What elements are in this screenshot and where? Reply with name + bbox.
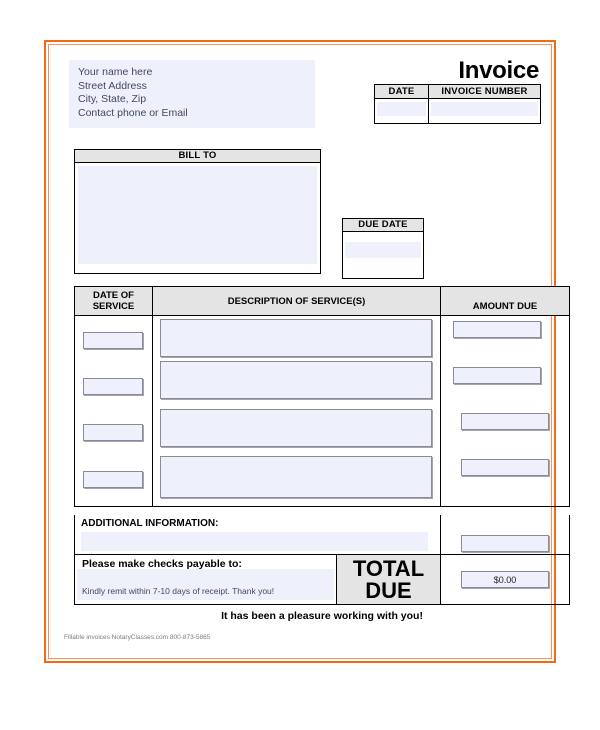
total-due-label: TOTAL DUE bbox=[337, 555, 441, 604]
additional-amount-cell bbox=[441, 515, 569, 554]
closing-message: It has been a pleasure working with you! bbox=[221, 610, 423, 622]
invoice-sheet: Your name here Street Address City, Stat… bbox=[52, 48, 570, 655]
column-header-description: DESCRIPTION OF SERVICE(S) bbox=[153, 287, 441, 315]
due-date-input[interactable] bbox=[345, 242, 421, 258]
total-due-amount-field: $0.00 bbox=[461, 571, 549, 588]
sender-address-block[interactable]: Your name here Street Address City, Stat… bbox=[69, 60, 315, 128]
service-amount-input-3[interactable] bbox=[461, 413, 549, 430]
sender-line-4: Contact phone or Email bbox=[78, 106, 188, 119]
bill-to-header: BILL TO bbox=[74, 149, 321, 163]
column-header-amount-due: AMOUNT DUE bbox=[441, 287, 569, 315]
service-date-input-4[interactable] bbox=[83, 471, 143, 488]
bill-to-section: BILL TO bbox=[74, 149, 321, 274]
payable-to-label: Please make checks payable to: bbox=[82, 558, 242, 570]
invoice-meta-table: DATE INVOICE NUMBER bbox=[374, 84, 541, 124]
invoice-page: Your name here Street Address City, Stat… bbox=[0, 0, 600, 730]
meta-body-row bbox=[374, 99, 541, 124]
column-header-date-of-service: DATE OF SERVICE bbox=[75, 287, 153, 315]
service-table-header-row: DATE OF SERVICE DESCRIPTION OF SERVICE(S… bbox=[75, 287, 569, 316]
sender-line-3: City, State, Zip bbox=[78, 93, 147, 105]
service-description-input-2[interactable] bbox=[160, 361, 432, 399]
total-due-label-line-2: DUE bbox=[365, 577, 412, 603]
meta-cell-invoice-number bbox=[429, 99, 541, 124]
due-date-body bbox=[342, 232, 424, 279]
payable-to-cell: Please make checks payable to: Kindly re… bbox=[75, 555, 337, 604]
column-header-date-line-2: SERVICE bbox=[92, 301, 135, 312]
invoice-number-input[interactable] bbox=[431, 102, 538, 116]
service-date-input-1[interactable] bbox=[83, 332, 143, 349]
payment-total-row: Please make checks payable to: Kindly re… bbox=[74, 555, 570, 605]
sender-line-1: Your name here bbox=[78, 66, 153, 78]
remit-note: Kindly remit within 7-10 days of receipt… bbox=[82, 586, 275, 596]
service-amount-column bbox=[441, 316, 569, 506]
total-due-label-line-1: TOTAL bbox=[352, 555, 425, 581]
bill-to-body bbox=[74, 163, 321, 274]
additional-information-cell: ADDITIONAL INFORMATION: bbox=[75, 515, 441, 554]
service-table-body bbox=[75, 316, 569, 506]
due-date-section: DUE DATE bbox=[342, 218, 424, 279]
additional-information-input[interactable] bbox=[81, 532, 428, 551]
bill-to-input[interactable] bbox=[78, 166, 317, 264]
service-description-column bbox=[153, 316, 441, 506]
service-description-input-4[interactable] bbox=[160, 456, 432, 498]
date-input[interactable] bbox=[377, 102, 426, 116]
service-table: DATE OF SERVICE DESCRIPTION OF SERVICE(S… bbox=[74, 286, 570, 507]
service-amount-input-1[interactable] bbox=[453, 321, 541, 338]
page-title: Invoice bbox=[458, 57, 539, 84]
meta-cell-date bbox=[374, 99, 429, 124]
due-date-header: DUE DATE bbox=[342, 218, 424, 232]
additional-information-label: ADDITIONAL INFORMATION: bbox=[81, 518, 219, 529]
service-date-input-2[interactable] bbox=[83, 378, 143, 395]
service-date-input-3[interactable] bbox=[83, 424, 143, 441]
footer-credit: Fillable invoices NotaryClasses.com 800-… bbox=[64, 634, 211, 641]
additional-amount-input[interactable] bbox=[461, 535, 549, 552]
meta-header-row: DATE INVOICE NUMBER bbox=[374, 84, 541, 99]
service-amount-input-2[interactable] bbox=[453, 367, 541, 384]
sender-line-2: Street Address bbox=[78, 79, 147, 92]
service-date-column bbox=[75, 316, 153, 506]
meta-header-invoice-number: INVOICE NUMBER bbox=[429, 84, 541, 99]
meta-header-date: DATE bbox=[374, 84, 429, 99]
service-amount-input-4[interactable] bbox=[461, 459, 549, 476]
total-due-amount-cell: $0.00 bbox=[441, 555, 569, 604]
additional-information-row: ADDITIONAL INFORMATION: bbox=[74, 515, 570, 555]
service-description-input-3[interactable] bbox=[160, 409, 432, 447]
column-header-date-line-1: DATE OF bbox=[92, 290, 134, 301]
service-description-input-1[interactable] bbox=[160, 319, 432, 357]
